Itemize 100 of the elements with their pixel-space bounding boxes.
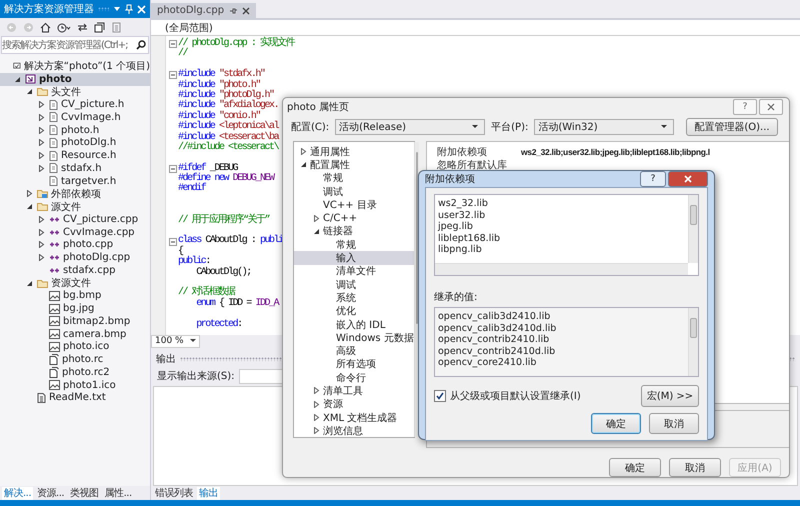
- scrollbar[interactable]: [435, 263, 688, 275]
- checkbox[interactable]: [434, 390, 446, 402]
- collapsed-arrow-icon[interactable]: [26, 190, 32, 198]
- sync-icon[interactable]: [77, 22, 88, 32]
- expanded-arrow-icon[interactable]: [14, 76, 20, 83]
- tree-item[interactable]: bg.jpg: [0, 302, 150, 315]
- collapsed-arrow-icon[interactable]: [38, 241, 44, 248]
- close-icon[interactable]: [242, 6, 250, 14]
- tree-item[interactable]: 系统: [294, 291, 414, 305]
- panel-tab[interactable]: 资源...: [35, 487, 66, 500]
- dialog-button[interactable]: 确定: [609, 458, 661, 477]
- tree-item[interactable]: photoDlg.cpp: [0, 251, 150, 264]
- tree-item[interactable]: 输入: [294, 251, 414, 265]
- panel-tab[interactable]: 类视图: [68, 487, 101, 500]
- expanded-arrow-icon[interactable]: [300, 161, 306, 168]
- collapsed-arrow-icon[interactable]: [38, 228, 44, 236]
- expanded-arrow-icon[interactable]: [26, 280, 32, 287]
- dropdown-icon[interactable]: [113, 5, 121, 13]
- tree-item[interactable]: 清单工具: [294, 384, 414, 398]
- collapsed-arrow-icon[interactable]: [38, 164, 44, 172]
- collapsed-arrow-icon[interactable]: [300, 148, 306, 156]
- tree-item[interactable]: 源文件: [0, 200, 150, 213]
- tree-item[interactable]: CV_picture.h: [0, 98, 150, 111]
- expanded-arrow-icon[interactable]: [26, 88, 32, 96]
- tree-item[interactable]: bg.bmp: [0, 290, 150, 302]
- close-button[interactable]: [668, 171, 708, 187]
- macro-button[interactable]: 宏(M) >>: [641, 385, 699, 407]
- tree-item[interactable]: 通用属性: [294, 145, 414, 158]
- tree-item[interactable]: photo.h: [0, 124, 150, 136]
- collapsed-arrow-icon[interactable]: [312, 414, 320, 422]
- tree-item[interactable]: photo.ico: [0, 340, 150, 354]
- collapsed-arrow-icon[interactable]: [38, 126, 44, 134]
- tree-item[interactable]: 高级: [294, 344, 414, 358]
- dialog-button[interactable]: 取消: [649, 413, 699, 434]
- tree-item[interactable]: photo1.ico: [0, 378, 150, 392]
- property-value[interactable]: ws2_32.lib;user32.lib;jpeg.lib;liblept168.lib;libpng.l: [521, 146, 710, 156]
- collapsed-arrow-icon[interactable]: [312, 427, 320, 434]
- collapse-icon[interactable]: [94, 22, 105, 32]
- panel-tab[interactable]: 属性...: [102, 487, 134, 500]
- document-tab[interactable]: photoDlg.cpp: [151, 3, 256, 18]
- tree-item[interactable]: stdafx.h: [0, 162, 150, 175]
- dialog-button[interactable]: 取消: [669, 458, 721, 477]
- tree-item[interactable]: Resource.h: [0, 149, 150, 162]
- help-button[interactable]: ?: [640, 171, 666, 187]
- collapsed-arrow-icon[interactable]: [312, 214, 320, 222]
- tree-item[interactable]: photo.rc2: [0, 366, 150, 379]
- configuration-dropdown[interactable]: 活动(Release): [335, 119, 486, 136]
- collapse-box-icon[interactable]: [169, 71, 177, 80]
- collapse-box-icon[interactable]: [169, 164, 177, 173]
- scrollbar[interactable]: [688, 308, 698, 376]
- tree-item[interactable]: stdafx.cpp: [0, 264, 150, 277]
- tree-item[interactable]: XML 文档生成器: [294, 410, 414, 424]
- collapsed-arrow-icon[interactable]: [38, 101, 44, 108]
- expanded-arrow-icon[interactable]: [312, 228, 320, 235]
- tree-item[interactable]: camera.bmp: [0, 328, 150, 340]
- tree-item[interactable]: 清单文件: [294, 264, 414, 278]
- tree-item[interactable]: 浏览信息: [294, 424, 414, 438]
- platform-dropdown[interactable]: 活动(Win32): [534, 119, 674, 136]
- tree-item[interactable]: photoDlg.h: [0, 136, 150, 150]
- tree-item[interactable]: 所有选项: [294, 358, 414, 372]
- tree-item[interactable]: 命令行: [294, 371, 414, 384]
- scope-dropdown[interactable]: (全局范围): [165, 20, 213, 34]
- tree-item[interactable]: 头文件: [0, 86, 150, 98]
- tree-item[interactable]: 配置属性: [294, 158, 414, 172]
- panel-tab[interactable]: 解决...: [2, 487, 34, 500]
- tree-item[interactable]: photo: [0, 72, 150, 86]
- tree-item[interactable]: 调试: [294, 278, 414, 292]
- collapsed-arrow-icon[interactable]: [38, 152, 44, 160]
- dialog-button[interactable]: 确定: [591, 413, 641, 434]
- tree-item[interactable]: 外部依赖项: [0, 188, 150, 200]
- collapsed-arrow-icon[interactable]: [38, 216, 44, 223]
- tree-item[interactable]: 调试: [294, 184, 414, 198]
- collapsed-arrow-icon[interactable]: [312, 400, 320, 408]
- tree-item[interactable]: ReadMe.txt: [0, 392, 150, 404]
- search-icon[interactable]: [136, 40, 146, 50]
- tree-item[interactable]: 链接器: [294, 224, 414, 238]
- panel-tab[interactable]: 输出: [197, 487, 220, 500]
- tree-item[interactable]: CvvImage.cpp: [0, 226, 150, 238]
- history-icon[interactable]: [57, 22, 71, 32]
- collapsed-arrow-icon[interactable]: [38, 114, 44, 121]
- expanded-arrow-icon[interactable]: [26, 203, 32, 210]
- tree-item[interactable]: photo.rc: [0, 353, 150, 366]
- tree-item[interactable]: targetver.h: [0, 174, 150, 188]
- tree-item[interactable]: 优化: [294, 304, 414, 318]
- close-button[interactable]: [759, 99, 783, 116]
- tree-item[interactable]: Windows 元数据: [294, 331, 414, 344]
- tree-item[interactable]: CV_picture.cpp: [0, 213, 150, 226]
- home-icon[interactable]: [40, 22, 51, 32]
- tree-item[interactable]: photo.cpp: [0, 238, 150, 252]
- collapsed-arrow-icon[interactable]: [38, 254, 44, 262]
- panel-tab[interactable]: 错误列表: [153, 487, 195, 500]
- collapse-box-icon[interactable]: [169, 238, 177, 246]
- tree-item[interactable]: VC++ 目录: [294, 198, 414, 212]
- tree-item[interactable]: CvvImage.h: [0, 111, 150, 124]
- tree-item[interactable]: 解决方案“photo”(1 个项目): [0, 60, 150, 73]
- tree-item[interactable]: 嵌入的 IDL: [294, 318, 414, 332]
- tree-item[interactable]: C/C++: [294, 211, 414, 225]
- tree-item[interactable]: bitmap2.bmp: [0, 315, 150, 328]
- tree-item[interactable]: 资源: [294, 398, 414, 411]
- collapse-box-icon[interactable]: [169, 40, 177, 48]
